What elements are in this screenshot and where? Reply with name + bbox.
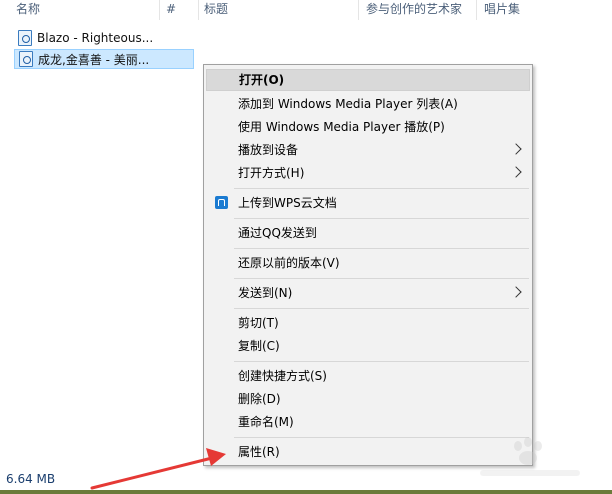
watermark-logo <box>480 437 580 476</box>
red-arrow-annotation <box>90 448 226 490</box>
